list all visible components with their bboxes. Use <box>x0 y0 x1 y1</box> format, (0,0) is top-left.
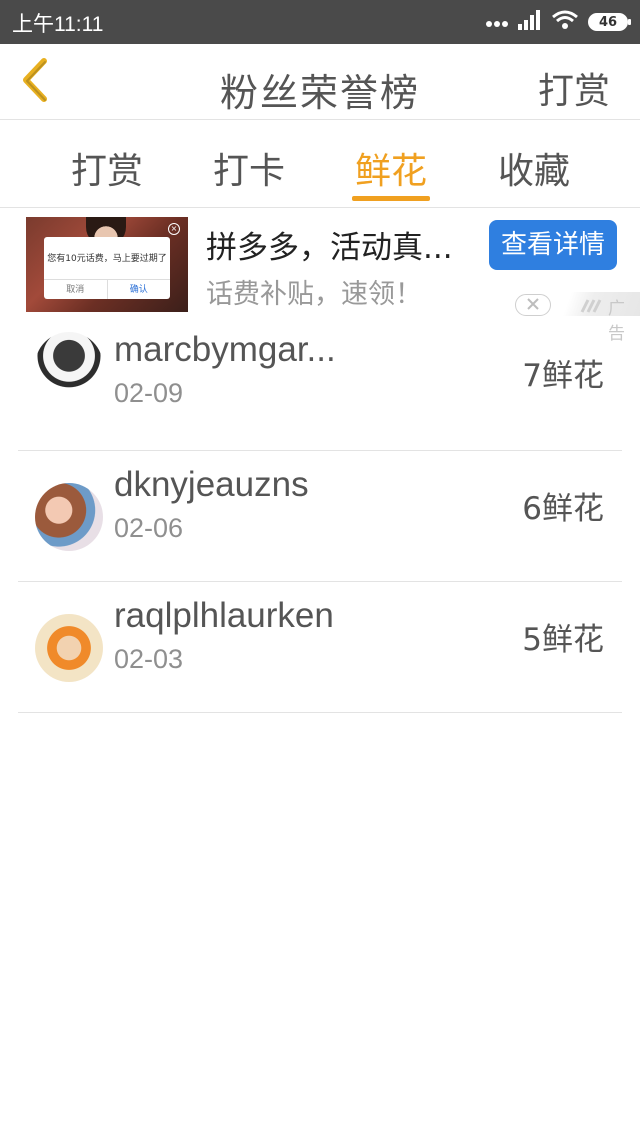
list-item[interactable]: marcbymgar... 02-09 7鲜花 <box>18 320 622 451</box>
ad-banner[interactable]: × 您有10元话费，马上要过期了 取消 确认 拼多多，活动真... 话费补贴，速… <box>0 208 640 344</box>
ad-thumbnail-dialog: 您有10元话费，马上要过期了 取消 确认 <box>44 237 170 299</box>
ad-thumbnail-confirm: 确认 <box>106 280 171 299</box>
tab-flowers[interactable]: 鲜花 <box>336 142 446 194</box>
flower-count: 6鲜花 <box>522 491 604 527</box>
more-dots-icon <box>486 13 508 32</box>
flower-count: 7鲜花 <box>522 358 604 394</box>
flower-ranking-list: marcbymgar... 02-09 7鲜花 dknyjeauzns 02-0… <box>18 320 622 713</box>
date: 02-09 <box>114 378 184 408</box>
list-item[interactable]: dknyjeauzns 02-06 6鲜花 <box>18 451 622 582</box>
status-bar: 上午11:11 46 <box>0 0 640 44</box>
tab-bar: 打赏 打卡 鲜花 收藏 <box>0 120 640 208</box>
close-icon <box>526 296 540 315</box>
status-icons: 46 <box>486 8 631 36</box>
thumbnail-close-icon: × <box>168 223 180 235</box>
back-button[interactable] <box>10 54 60 110</box>
tab-reward[interactable]: 打赏 <box>52 142 162 194</box>
ad-view-details-button[interactable]: 查看详情 <box>489 220 617 270</box>
tab-active-indicator <box>352 196 430 201</box>
ad-thumbnail-cancel: 取消 <box>66 285 85 295</box>
avatar <box>35 614 103 682</box>
ad-thumbnail[interactable]: × 您有10元话费，马上要过期了 取消 确认 <box>26 217 188 312</box>
signal-icon <box>518 10 542 34</box>
user-name: dknyjeauzns <box>114 465 309 504</box>
status-time: 上午11:11 <box>12 13 104 36</box>
date: 02-03 <box>114 644 184 674</box>
date: 02-06 <box>114 513 184 543</box>
reward-button[interactable]: 打赏 <box>538 62 610 114</box>
flower-count: 5鲜花 <box>522 622 604 658</box>
nav-bar: 粉丝荣誉榜 打赏 <box>0 44 640 120</box>
ad-thumbnail-dialog-text: 您有10元话费，马上要过期了 <box>47 254 167 264</box>
avatar <box>35 483 103 551</box>
avatar <box>35 332 103 400</box>
tab-checkin[interactable]: 打卡 <box>194 142 304 194</box>
battery-icon: 46 <box>588 13 631 31</box>
user-name: marcbymgar... <box>114 330 336 369</box>
chevron-left-icon <box>20 58 50 106</box>
ad-subtitle: 话费补贴，速领！ <box>206 279 422 310</box>
tab-favorites[interactable]: 收藏 <box>479 142 589 194</box>
list-item[interactable]: raqlplhlaurken 02-03 5鲜花 <box>18 582 622 713</box>
ad-logo-icon <box>580 298 604 317</box>
ad-title[interactable]: 拼多多，活动真... <box>206 222 453 267</box>
wifi-icon <box>552 10 578 34</box>
user-name: raqlplhlaurken <box>114 596 334 635</box>
ad-close-button[interactable] <box>515 294 551 316</box>
